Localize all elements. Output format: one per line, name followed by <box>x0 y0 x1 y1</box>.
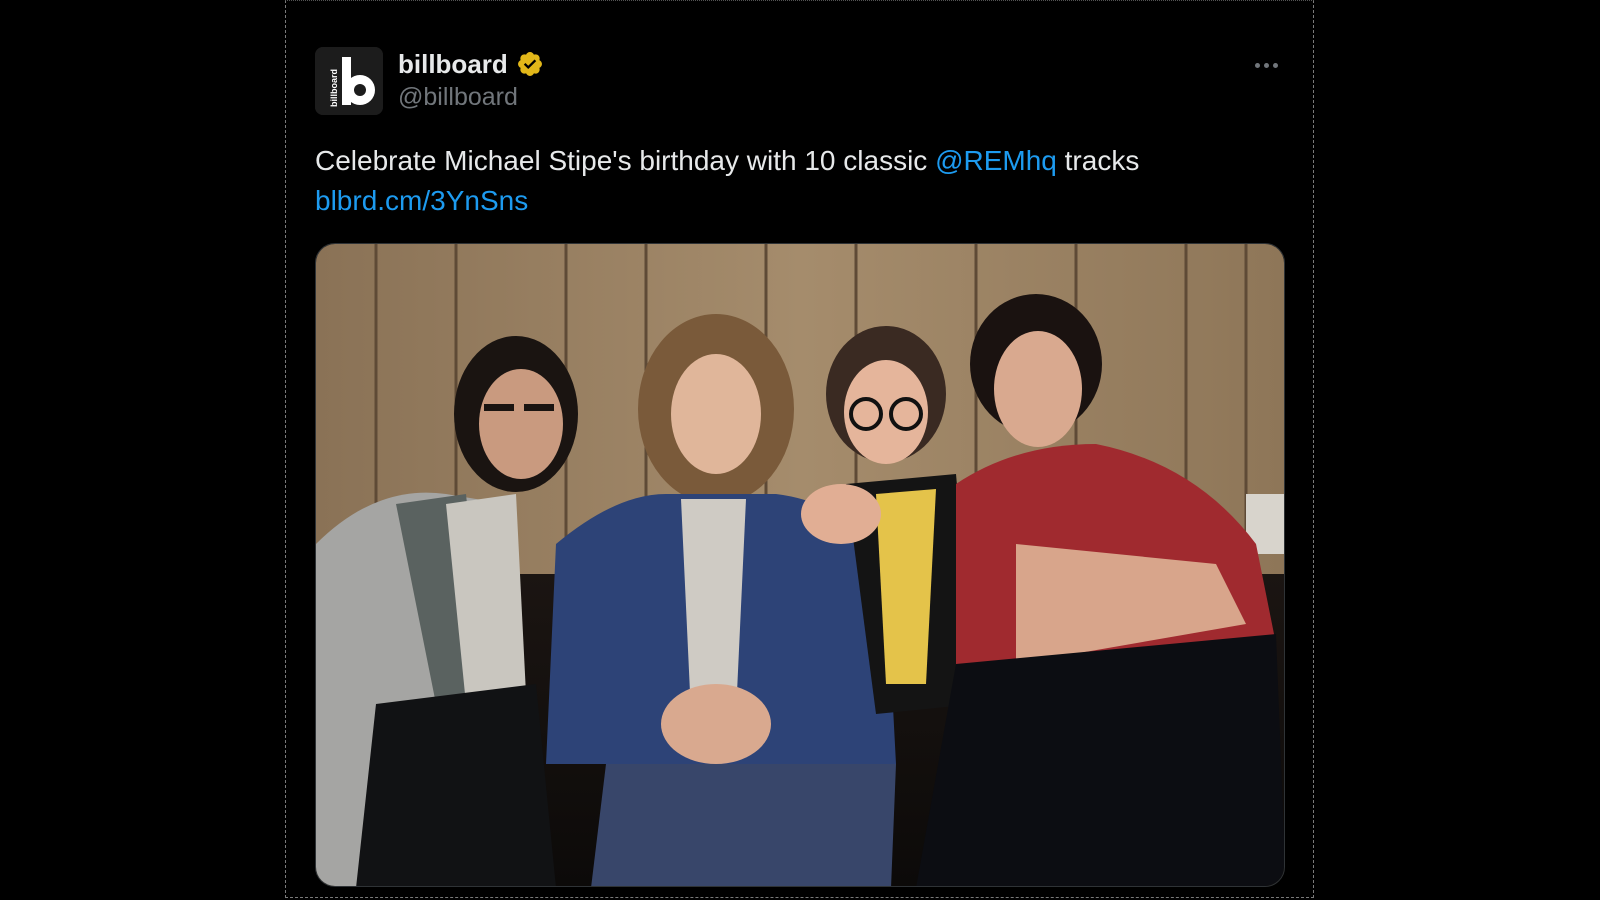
billboard-logo-icon: billboard <box>315 47 383 115</box>
band-photo-image <box>316 244 1284 886</box>
more-dot <box>1272 62 1278 68</box>
tweet-text-main: Celebrate Michael Stipe's birthday with … <box>315 145 936 176</box>
more-options-button[interactable] <box>1248 53 1284 77</box>
display-name-row: billboard <box>398 47 544 81</box>
tweet-card: billboard billboard @billboard Celebrate… <box>285 0 1314 898</box>
display-name[interactable]: billboard <box>398 49 508 80</box>
mention-link[interactable]: @REMhq <box>935 145 1057 176</box>
more-horizontal-icon <box>1254 62 1260 68</box>
avatar-logo-text: billboard <box>329 69 339 107</box>
tweet-photo[interactable] <box>315 243 1285 887</box>
tweet-url-link[interactable]: blbrd.cm/3YnSns <box>315 185 528 216</box>
tweet-text: Celebrate Michael Stipe's birthday with … <box>315 141 1275 221</box>
avatar[interactable]: billboard <box>315 47 383 115</box>
verified-badge-icon <box>517 52 542 76</box>
more-dot <box>1263 62 1269 68</box>
tweet-text-tail: tracks <box>1056 145 1140 176</box>
account-handle[interactable]: @billboard <box>398 83 518 112</box>
